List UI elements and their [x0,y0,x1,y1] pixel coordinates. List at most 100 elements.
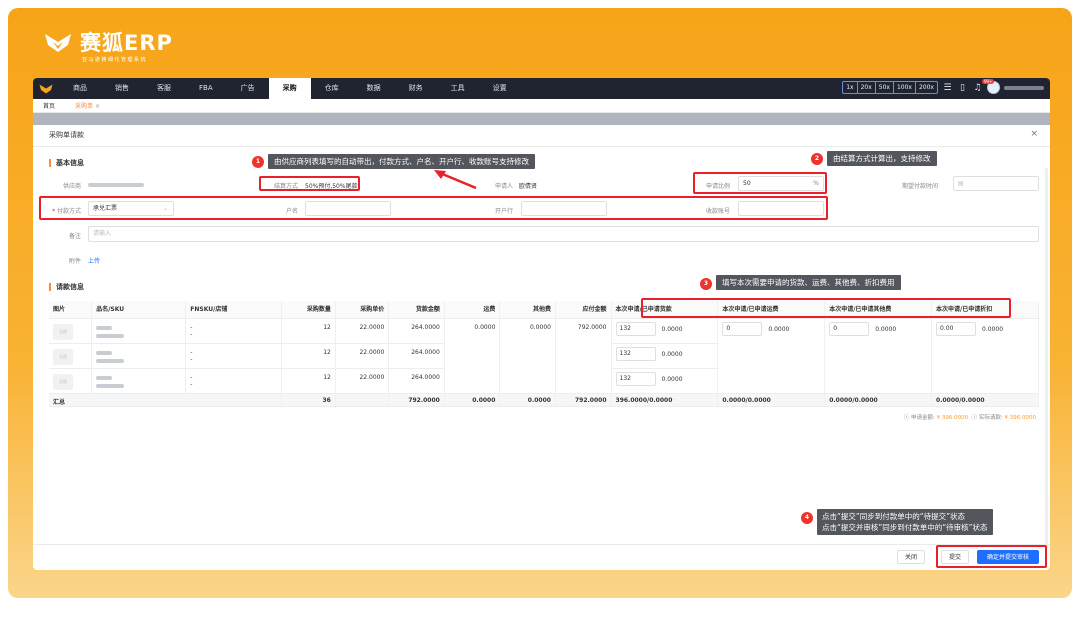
bell-icon[interactable]: ♫ 99+ [972,79,995,93]
unit-price: 22.0000 [335,343,390,369]
nav-item-9[interactable]: 工具 [437,78,479,99]
applicant-label: 申请人 [494,183,513,190]
annotation-num-3: 3 [700,278,712,290]
calendar-icon: ▤ [958,180,964,187]
annotation-box-payment [39,196,828,220]
remark-input[interactable]: 请输入 [88,226,1039,242]
scrollbar[interactable] [1045,168,1048,548]
fnsku: - [190,324,193,331]
column-header-2: FNSKU/店铺 [185,301,283,319]
column-header-1: 品名/SKU [91,301,187,319]
product-image: 无图 [53,374,73,390]
column-header-4: 采购单价 [335,301,390,319]
other-fee: 0.0000 [499,318,556,394]
basic-info-title: 基本信息 [49,159,84,167]
nav-item-6[interactable]: 仓库 [311,78,353,99]
nav-logo-icon[interactable] [33,78,59,99]
shop: - [190,356,193,363]
table-row: 无图 -- 12 22.0000 264.0000 0.0000 0.0000 7… [49,318,1039,394]
discount-apply-input[interactable]: 0.00 [936,322,977,336]
nav-item-1[interactable]: 销售 [101,78,143,99]
goods-apply-input[interactable]: 132 [615,322,656,336]
nav-item-7[interactable]: 数据 [353,78,395,99]
annotation-box-submit [936,545,1047,568]
annotation-num-1: 1 [252,156,264,168]
goods-amount: 264.0000 [388,343,445,369]
column-header-0: 图片 [49,301,93,319]
nav-item-10[interactable]: 设置 [479,78,521,99]
speed-option-1[interactable]: 20x [858,82,876,93]
modal-close-icon[interactable]: × [1030,129,1038,139]
nav-item-5[interactable]: 采购 [268,78,311,99]
column-header-3: 采购数量 [281,301,336,319]
page-tabs: 首页 采购单 × [33,99,1050,113]
nav-item-3[interactable]: FBA [185,78,227,99]
speed-option-4[interactable]: 200x [916,82,937,93]
annotation-box-ratio [693,172,827,194]
overlay-strip [33,113,1050,125]
annotation-tip-1: 由供应商列表填写的自动带出，付款方式、户名、开户行、收款账号支持修改 [268,154,535,169]
task-list-icon[interactable]: ☰ [942,82,953,93]
tab-purchase-order[interactable]: 采购单 × [65,101,110,110]
info-icon: ⓘ [971,415,978,421]
goods-amount: 264.0000 [388,318,445,344]
user-name-redacted[interactable] [1004,85,1044,90]
annotation-arrow-icon [434,170,477,190]
purchase-qty: 12 [281,343,336,369]
goods-apply-input[interactable]: 132 [615,347,656,361]
payable: 792.0000 [555,318,612,394]
nav-item-4[interactable]: 广告 [227,78,269,99]
nav-item-0[interactable]: 商品 [59,78,101,99]
goods-amount: 264.0000 [388,368,445,394]
pay-date-label: 期望付款时间 [901,183,938,190]
pay-date-picker[interactable]: ▤ [953,176,1039,191]
purchase-qty: 12 [281,368,336,394]
notification-badge: 99+ [982,79,995,84]
annotation-num-4: 4 [801,512,813,524]
product-name-redacted [96,349,181,363]
info-icon: ⓘ [903,415,910,421]
brand-logo: 赛狐ERP [44,33,173,54]
tab-home[interactable]: 首页 [33,101,65,110]
annotation-box-settle [259,176,360,191]
amount-summary: ⓘ 申请金额: ¥ 396.0000 ⓘ 实际请款: ¥ 396.0000 [903,415,1036,421]
divider [33,146,1050,147]
nav-item-2[interactable]: 客服 [143,78,185,99]
speed-selector[interactable]: 1x 20x 50x 100x 200x [842,81,938,94]
speed-option-0[interactable]: 1x [843,82,858,93]
freight-apply-input[interactable]: 0 [722,322,763,336]
speed-option-2[interactable]: 50x [876,82,894,93]
column-header-6: 运费 [444,301,501,319]
summary-row: 汇总 36 792.0000 0.0000 0.0000 792.0000 39… [49,393,1039,407]
supplier-label: 供应商 [62,183,81,190]
upload-link[interactable]: 上传 [88,256,100,265]
speed-option-3[interactable]: 100x [894,82,916,93]
brand-tagline: 亚马逊精细化管理系统 [82,57,148,63]
unit-price: 22.0000 [335,318,390,344]
annotation-tip-4: 点击“提交”同步到付款单中的“待提交”状态 点击“提交并审核”同步到付款单中的“待… [817,509,993,535]
shop: - [190,331,193,338]
top-nav: 商品 销售 客服 FBA 广告 采购 仓库 数据 财务 工具 设置 1x 20x 50x 100x 200x… [33,78,1050,99]
attach-label: 附件 [68,258,81,265]
annotation-box-apply-columns [641,298,1011,318]
request-info-title: 请款信息 [49,283,84,291]
supplier-value [88,181,144,188]
annotation-tip-2: 由结算方式计算出，支持修改 [827,151,937,166]
close-button[interactable]: 关闭 [897,550,925,564]
remark-label: 备注 [68,233,81,240]
unit-price: 22.0000 [335,368,390,394]
tab-close-icon[interactable]: × [95,103,100,110]
purchase-qty: 12 [281,318,336,344]
phone-icon[interactable]: ▯ [957,82,968,93]
other-apply-input[interactable]: 0 [829,322,870,336]
nav-tools: 1x 20x 50x 100x 200x ☰ ▯ ♫ 99+ [842,79,1044,94]
fnsku: - [190,374,193,381]
goods-apply-applied: 0.0000 [661,325,683,333]
column-header-8: 应付金额 [555,301,612,319]
goods-apply-input[interactable]: 132 [615,372,656,386]
goods-apply-applied: 0.0000 [661,350,683,358]
fox-logo-icon [45,34,71,52]
freight: 0.0000 [444,318,501,394]
modal-title: 采购单请款 [49,131,84,139]
nav-item-8[interactable]: 财务 [395,78,437,99]
